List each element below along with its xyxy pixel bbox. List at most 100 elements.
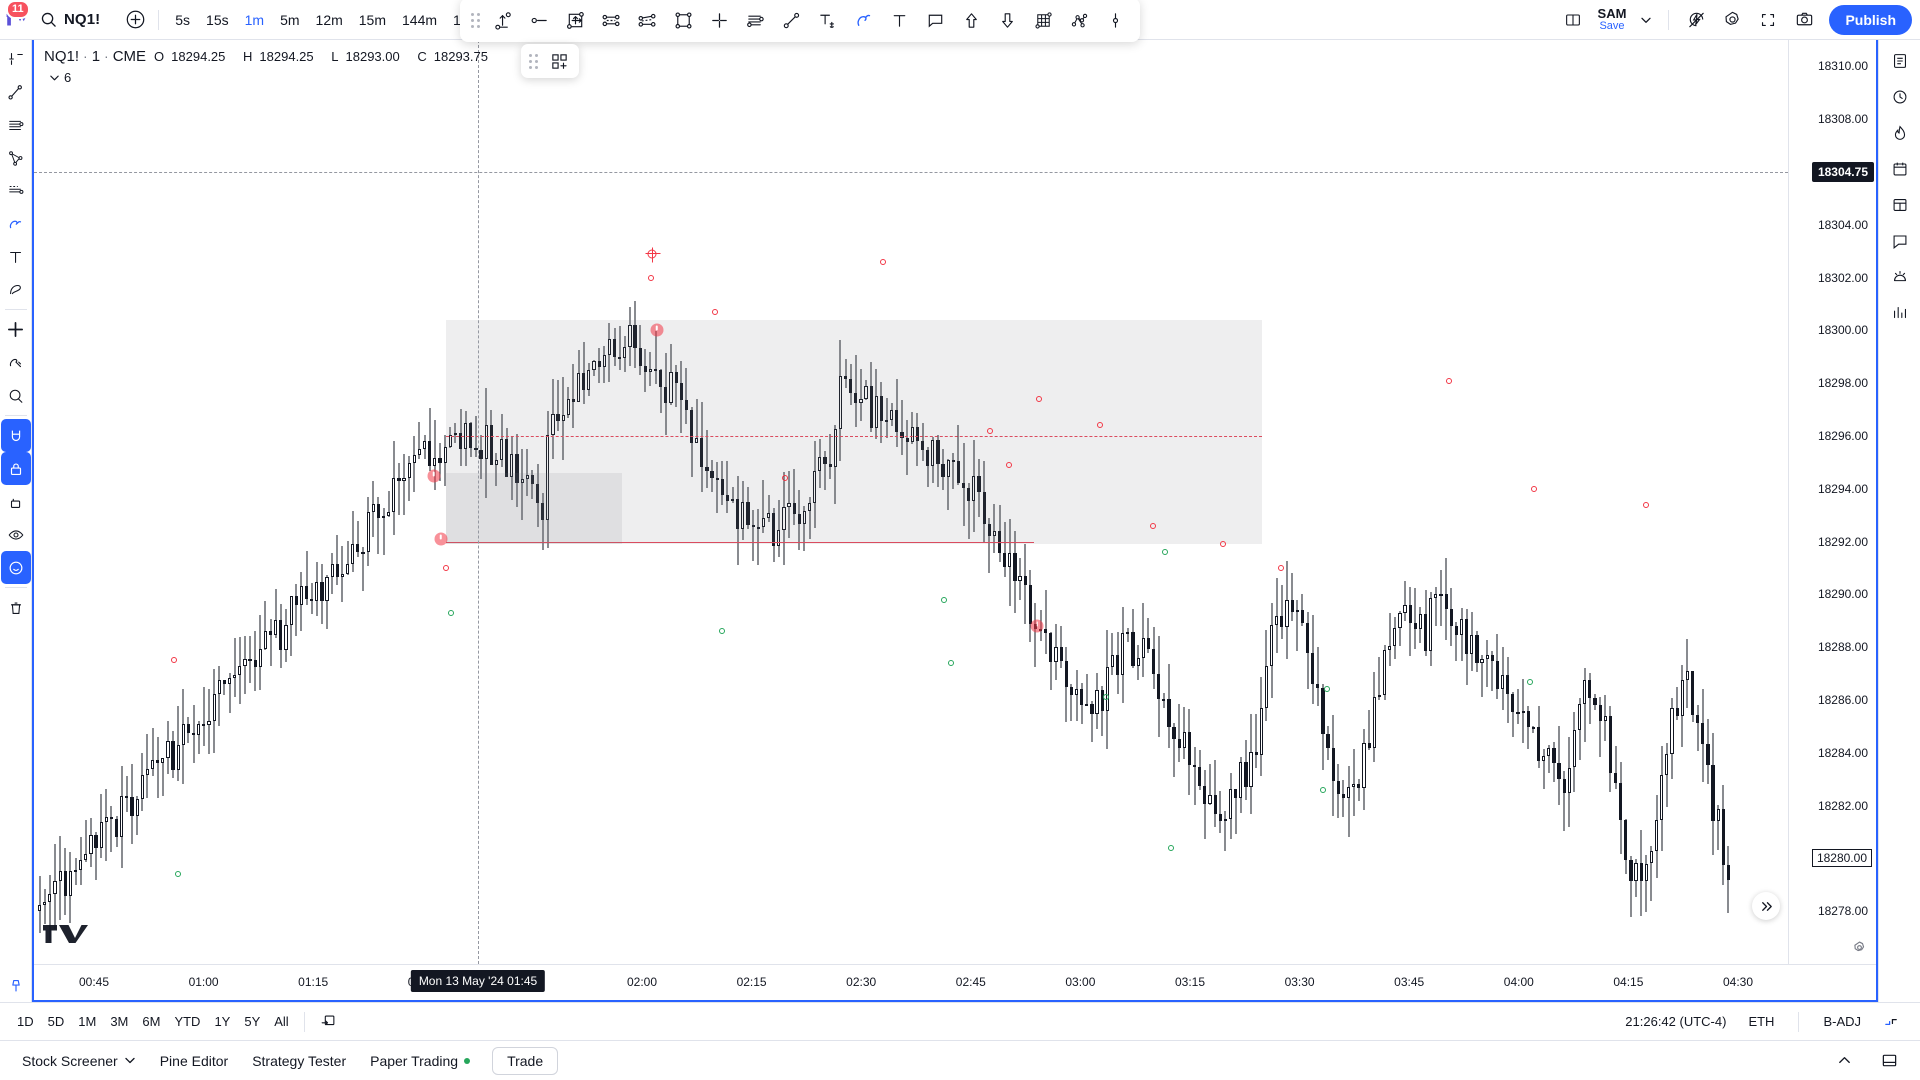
tradingview-logo-button[interactable]: 11 [0, 0, 34, 40]
add-symbol-button[interactable] [120, 5, 150, 35]
measure-ruler-icon[interactable] [1, 346, 31, 379]
alerts-lightning-icon[interactable] [1679, 3, 1713, 37]
trend-line-icon[interactable] [1, 75, 31, 108]
callout-icon[interactable] [918, 3, 952, 37]
timeframe-5m[interactable]: 5m [272, 5, 307, 35]
range-3M[interactable]: 3M [103, 1010, 135, 1034]
symbol-search-button[interactable]: NQ1! [34, 5, 108, 35]
trade-entry-marker[interactable] [427, 469, 441, 483]
trade-entry-marker[interactable] [434, 532, 448, 546]
trade-entry-marker[interactable] [1030, 619, 1044, 633]
crosshair-icon[interactable] [1, 313, 31, 346]
timeframe-12m[interactable]: 12m [308, 5, 351, 35]
chat-bubble-icon[interactable] [1883, 224, 1917, 258]
zoom-in-icon[interactable] [1, 379, 31, 412]
shapes-arc-icon[interactable] [1, 273, 31, 306]
broker-icon[interactable] [1883, 296, 1917, 330]
fib-retracement-icon[interactable] [738, 3, 772, 37]
range-6M[interactable]: 6M [135, 1010, 167, 1034]
chart-layout-button[interactable]: SAM Save [1592, 7, 1633, 32]
timeframe-15s[interactable]: 15s [198, 5, 237, 35]
calendar-icon[interactable] [1883, 152, 1917, 186]
crosshair-cross-icon[interactable] [702, 3, 736, 37]
legend-collapse-toggle[interactable]: 6 [44, 69, 76, 86]
text-icon[interactable] [1, 240, 31, 273]
goto-date-icon[interactable] [313, 1010, 343, 1034]
layout-split-icon[interactable] [1556, 3, 1590, 37]
fullscreen-icon[interactable] [1751, 3, 1785, 37]
price-axis[interactable]: 18310.0018308.0018306.0018304.0018302.00… [1788, 40, 1876, 964]
publish-button[interactable]: Publish [1829, 4, 1912, 35]
disjoint-channel-icon[interactable] [630, 3, 664, 37]
cursor-cross-icon[interactable] [1, 42, 31, 75]
ideas-stream-icon[interactable] [1883, 260, 1917, 294]
log-scale-icon[interactable] [1877, 1010, 1906, 1034]
range-5Y[interactable]: 5Y [237, 1010, 267, 1034]
horizontal-line-icon[interactable] [522, 3, 556, 37]
drag-grip-icon[interactable] [468, 9, 482, 31]
trade-button[interactable]: Trade [492, 1046, 559, 1075]
range-1Y[interactable]: 1Y [207, 1010, 237, 1034]
anchored-text-icon[interactable] [810, 3, 844, 37]
timeframe-5s[interactable]: 5s [167, 5, 198, 35]
footer-tab-paper-trading[interactable]: Paper Trading [358, 1047, 482, 1075]
eye-visibility-icon[interactable] [1, 518, 31, 551]
alerts-clock-icon[interactable] [1883, 80, 1917, 114]
text-icon[interactable] [882, 3, 916, 37]
timeframe-15m[interactable]: 15m [351, 5, 394, 35]
remove-drawings-trash-icon[interactable] [1, 591, 31, 624]
arrow-up-icon[interactable] [954, 3, 988, 37]
data-window-icon[interactable] [1883, 188, 1917, 222]
trade-entry-marker[interactable] [650, 323, 664, 337]
session-label[interactable]: ETH [1742, 1010, 1780, 1034]
chevron-up-icon[interactable] [1824, 1047, 1865, 1075]
hotlist-flame-icon[interactable] [1883, 116, 1917, 150]
candle-body [263, 630, 268, 650]
layout-panel-icon[interactable] [1869, 1047, 1910, 1075]
notification-badge[interactable]: 11 [6, 0, 30, 19]
settings-gear-icon[interactable] [1715, 3, 1749, 37]
timeframe-1m[interactable]: 1m [237, 5, 272, 35]
layout-save-label[interactable]: Save [1599, 20, 1624, 33]
table-grid-icon[interactable] [1026, 3, 1060, 37]
rectangle-icon[interactable] [666, 3, 700, 37]
scroll-to-realtime-button[interactable] [1752, 892, 1780, 920]
pin-toolbar-icon[interactable] [1, 969, 31, 1002]
time-axis[interactable]: 00:4501:0001:1501:3002:0002:1502:3002:45… [34, 964, 1876, 1000]
clock-label[interactable]: 21:26:42 (UTC-4) [1619, 1010, 1732, 1034]
magnet-icon[interactable] [0, 419, 31, 452]
brush-icon[interactable] [1, 207, 31, 240]
gear-icon[interactable] [1848, 936, 1870, 958]
add-object-tree-icon[interactable] [545, 47, 573, 75]
chevron-down-icon[interactable] [1634, 5, 1658, 35]
trend-line-anchored-icon[interactable] [486, 3, 520, 37]
emoji-sticker-icon[interactable] [0, 551, 31, 584]
pitchfork-icon[interactable] [1, 141, 31, 174]
watchlist-icon[interactable] [1883, 44, 1917, 78]
timeframe-144m[interactable]: 144m [394, 5, 445, 35]
range-1D[interactable]: 1D [10, 1010, 41, 1034]
hide-drawings-icon[interactable] [1, 485, 31, 518]
path-nodes-icon[interactable] [1062, 3, 1096, 37]
cross-line-box-icon[interactable] [558, 3, 592, 37]
vertical-slider-icon[interactable] [1098, 3, 1132, 37]
chart-pane[interactable]: NQ1! · 1 · CME O 18294.25 H 18294.25 L 1829… [34, 40, 1788, 964]
range-1M[interactable]: 1M [71, 1010, 103, 1034]
footer-tab-pine-editor[interactable]: Pine Editor [148, 1047, 240, 1075]
fib-retracement-icon[interactable] [1, 108, 31, 141]
range-YTD[interactable]: YTD [167, 1010, 207, 1034]
parallel-channel-icon[interactable] [594, 3, 628, 37]
drag-grip-icon[interactable] [526, 50, 540, 72]
camera-snapshot-icon[interactable] [1787, 3, 1821, 37]
arrow-down-icon[interactable] [990, 3, 1024, 37]
zone-rectangle[interactable] [446, 472, 622, 545]
brush-icon[interactable] [846, 3, 880, 37]
adjustment-label[interactable]: B-ADJ [1817, 1010, 1867, 1034]
range-5D[interactable]: 5D [41, 1010, 72, 1034]
footer-tab-strategy-tester[interactable]: Strategy Tester [240, 1047, 358, 1075]
range-All[interactable]: All [267, 1010, 295, 1034]
footer-tab-stock-screener[interactable]: Stock Screener [10, 1047, 148, 1075]
lock-drawings-icon[interactable] [0, 452, 31, 485]
gann-fan-icon[interactable] [1, 174, 31, 207]
ray-line-icon[interactable] [774, 3, 808, 37]
